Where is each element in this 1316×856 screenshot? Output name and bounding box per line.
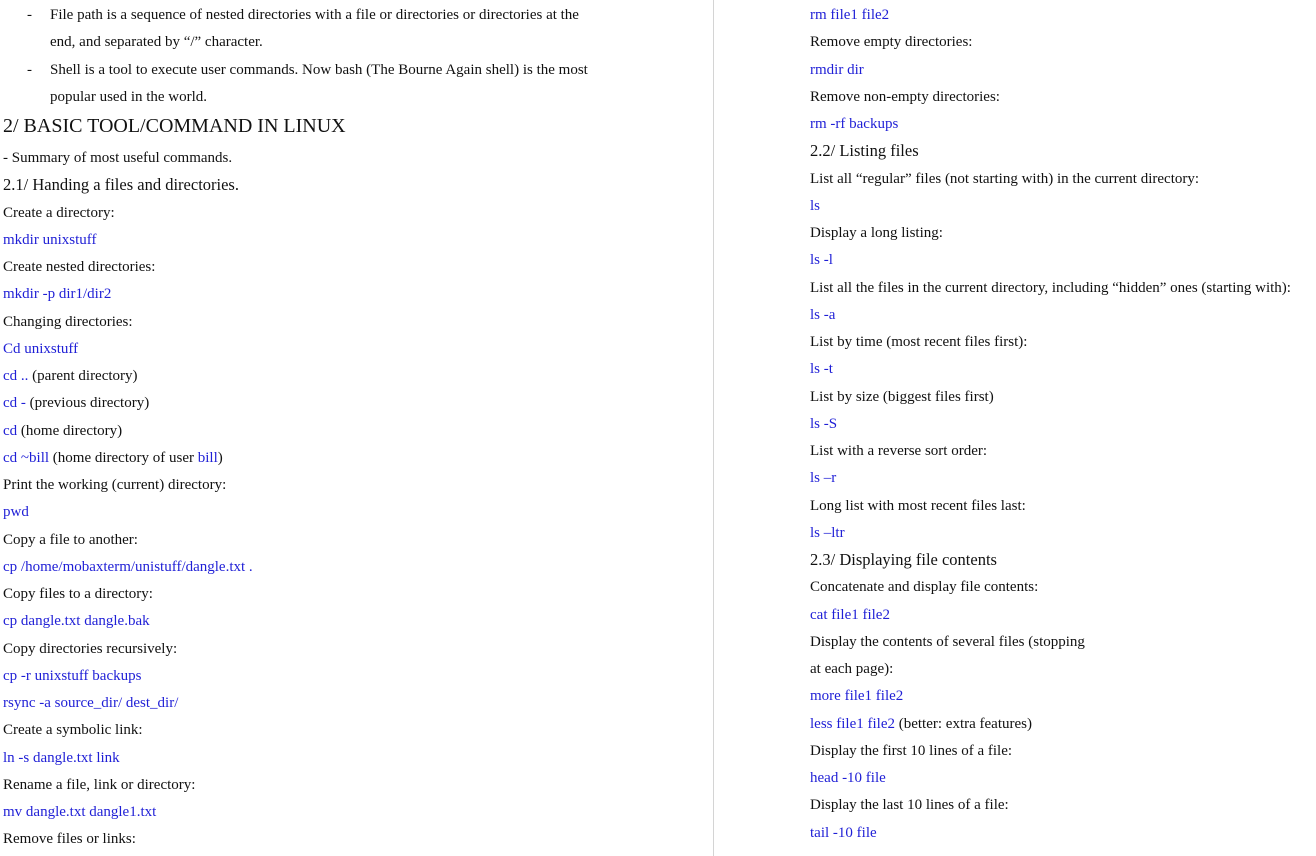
- text-line: Changing directories:: [3, 313, 133, 330]
- command-line: cp dangle.txt dangle.bak: [3, 613, 150, 630]
- command-text: cd -: [3, 395, 26, 412]
- bullet-text-continued: popular used in the world.: [50, 88, 208, 105]
- text-line: Create nested directories:: [3, 259, 156, 276]
- text-line: Long list with most recent files last:: [810, 497, 1026, 514]
- text-line: List all the files in the current direct…: [810, 279, 1291, 296]
- page-divider: [713, 0, 714, 856]
- section-heading: 2.2/ Listing files: [810, 141, 919, 161]
- command-text: bill: [197, 449, 218, 466]
- bullet-dash: -: [27, 61, 32, 78]
- text-line: Rename a file, link or directory:: [3, 776, 196, 793]
- mixed-line: cd (home directory): [3, 422, 122, 440]
- command-line: head -10 file: [810, 770, 886, 786]
- main-heading: 2/ BASIC TOOL/COMMAND IN LINUX: [3, 115, 346, 137]
- command-line: ls -a: [810, 306, 836, 323]
- text-line: at each page):: [810, 661, 894, 677]
- text-line: Create a directory:: [3, 204, 115, 221]
- command-line: ls –ltr: [810, 524, 845, 541]
- command-line: mv dangle.txt dangle1.txt: [3, 804, 157, 821]
- text-line: - Summary of most useful commands.: [3, 150, 233, 167]
- text-line: Display the contents of several files (s…: [810, 633, 1085, 650]
- command-line: cp -r unixstuff backups: [3, 667, 142, 684]
- command-line: cp /home/mobaxterm/unistuff/dangle.txt .: [3, 558, 253, 575]
- text-line: List with a reverse sort order:: [810, 443, 988, 459]
- command-line: mkdir unixstuff: [3, 231, 97, 248]
- command-line: rm -rf backups: [810, 116, 899, 132]
- bullet-text: Shell is a tool to execute user commands…: [50, 61, 588, 78]
- bullet-dash: -: [27, 7, 32, 23]
- command-line: ln -s dangle.txt link: [3, 749, 120, 766]
- command-line: Cd unixstuff: [3, 340, 79, 357]
- text-line: List by size (biggest files first): [810, 388, 994, 405]
- mixed-line: cd .. (parent directory): [3, 367, 138, 385]
- text-line: List by time (most recent files first):: [810, 334, 1028, 350]
- command-line: rm file1 file2: [810, 7, 890, 23]
- text-line: Display the last 10 lines of a file:: [810, 797, 1009, 814]
- description-text: (home directory of user: [49, 449, 198, 466]
- text-line: Remove empty directories:: [810, 34, 973, 51]
- text-line: Display the first 10 lines of a file:: [810, 742, 1013, 759]
- description-text: (better: extra features): [894, 715, 1032, 732]
- command-line: ls -t: [810, 361, 833, 378]
- section-heading: 2.3/ Displaying file contents: [810, 550, 997, 569]
- mixed-line: cd ~bill (home directory of user bill): [3, 449, 223, 467]
- text-line: Print the working (current) directory:: [3, 477, 227, 494]
- command-text: cd ~bill: [3, 449, 50, 466]
- command-line: ls –r: [810, 470, 837, 487]
- text-line: Copy files to a directory:: [3, 586, 153, 603]
- command-line: rmdir dir: [810, 61, 864, 78]
- section-heading: 2.1/ Handing a files and directories.: [3, 175, 239, 195]
- text-line: Remove non-empty directories:: [810, 88, 1000, 105]
- text-line: List all “regular” files (not starting w…: [810, 170, 1200, 187]
- mixed-line: cd - (previous directory): [3, 394, 149, 412]
- command-line: tail -10 file: [810, 824, 877, 841]
- command-line: ls -S: [810, 415, 838, 432]
- command-text: cd: [3, 422, 18, 439]
- command-line: ls -l: [810, 252, 833, 269]
- text-line: Copy a file to another:: [3, 531, 138, 548]
- text-line: Remove files or links:: [3, 831, 136, 848]
- description-text: (parent directory): [28, 368, 138, 385]
- mixed-line: less file1 file2 (better: extra features…: [810, 715, 1032, 733]
- text-line: Concatenate and display file contents:: [810, 579, 1039, 596]
- description-text: (previous directory): [25, 395, 150, 412]
- command-line: ls: [810, 197, 821, 214]
- command-line: mkdir -p dir1/dir2: [3, 286, 112, 303]
- description-text: (home directory): [17, 422, 123, 439]
- description-text: ): [217, 449, 223, 466]
- command-line: cat file1 file2: [810, 606, 890, 623]
- command-text: less file1 file2: [810, 715, 895, 732]
- bullet-text: File path is a sequence of nested direct…: [50, 7, 579, 23]
- command-line: more file1 file2: [810, 688, 904, 705]
- text-line: Display a long listing:: [810, 225, 943, 241]
- text-line: Copy directories recursively:: [3, 640, 178, 657]
- text-line: Create a symbolic link:: [3, 722, 143, 739]
- command-line: pwd: [3, 504, 29, 521]
- command-line: rsync -a source_dir/ dest_dir/: [3, 695, 179, 712]
- bullet-text-continued: end, and separated by “/” character.: [50, 34, 263, 51]
- command-text: cd ..: [3, 368, 29, 385]
